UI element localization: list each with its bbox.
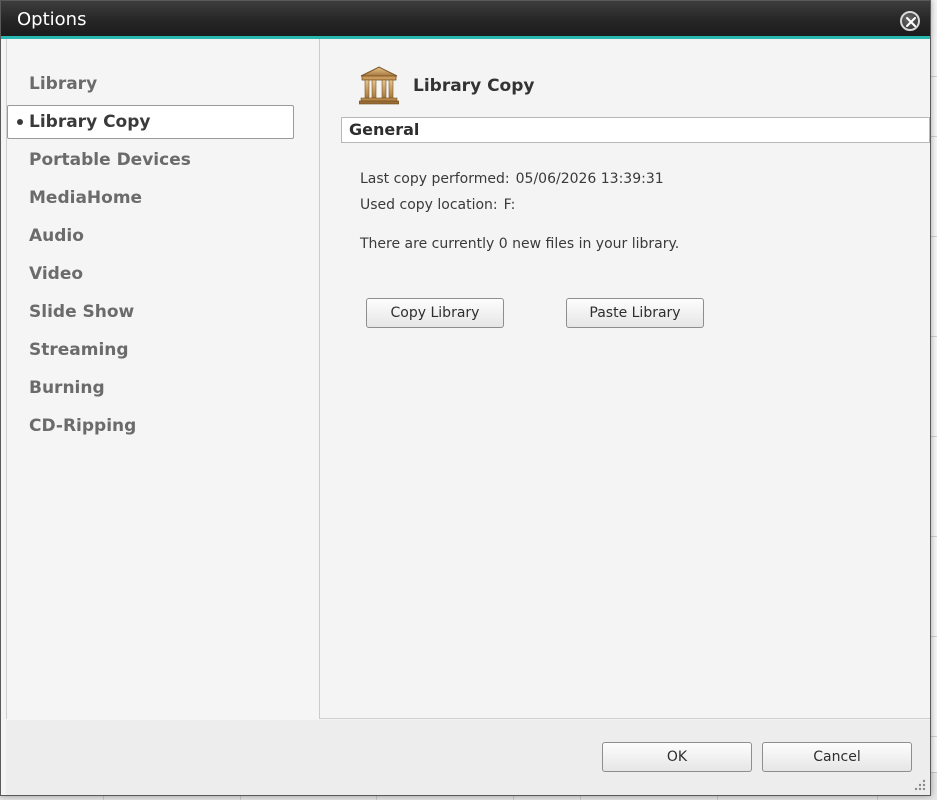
sidebar-item-mediahome[interactable]: MediaHome xyxy=(7,181,294,215)
sidebar-item-label: Streaming xyxy=(29,340,129,360)
close-icon xyxy=(906,17,916,27)
sidebar-item-slide-show[interactable]: Slide Show xyxy=(7,295,294,329)
copy-location-value: F: xyxy=(503,197,516,213)
last-copy-row: Last copy performed: 05/06/2026 13:39:31 xyxy=(360,171,664,187)
sidebar-item-label: MediaHome xyxy=(29,188,143,208)
pane-title: Library Copy xyxy=(413,76,535,96)
sidebar-item-label: CD-Ripping xyxy=(29,416,137,436)
sidebar-item-label: Audio xyxy=(29,226,84,246)
sidebar-item-streaming[interactable]: Streaming xyxy=(7,333,294,367)
sidebar-item-cd-ripping[interactable]: CD-Ripping xyxy=(7,409,294,443)
ok-button[interactable]: OK xyxy=(602,742,752,772)
sidebar-item-label: Slide Show xyxy=(29,302,135,322)
sidebar-item-burning[interactable]: Burning xyxy=(7,371,294,405)
sidebar-item-library[interactable]: Library xyxy=(7,67,294,101)
selected-bullet-icon xyxy=(17,119,23,125)
sidebar-item-video[interactable]: Video xyxy=(7,257,294,291)
sidebar-item-label: Burning xyxy=(29,378,105,398)
settings-pane: Library Copy General Last copy performed… xyxy=(321,39,930,719)
sidebar-item-label: Library xyxy=(29,74,98,94)
dialog-content: Library Library Copy Portable Devices Me… xyxy=(6,39,930,719)
copy-library-button[interactable]: Copy Library xyxy=(366,298,504,328)
options-sidebar: Library Library Copy Portable Devices Me… xyxy=(7,39,320,719)
resize-grip-icon[interactable] xyxy=(914,779,926,791)
sidebar-item-library-copy[interactable]: Library Copy xyxy=(7,105,294,139)
dialog-footer: OK Cancel xyxy=(6,720,930,795)
sidebar-item-portable-devices[interactable]: Portable Devices xyxy=(7,143,294,177)
cancel-button[interactable]: Cancel xyxy=(762,742,912,772)
title-bar[interactable]: Options xyxy=(1,1,930,36)
last-copy-label: Last copy performed: xyxy=(360,171,510,187)
copy-location-row: Used copy location: F: xyxy=(360,197,515,213)
sidebar-item-label: Library Copy xyxy=(29,112,151,132)
sidebar-item-label: Portable Devices xyxy=(29,150,191,170)
options-dialog: Options Library Library Copy Portable De… xyxy=(0,0,931,796)
sidebar-item-label: Video xyxy=(29,264,84,284)
last-copy-value: 05/06/2026 13:39:31 xyxy=(515,171,664,187)
paste-library-button[interactable]: Paste Library xyxy=(566,298,704,328)
section-header-general: General xyxy=(341,117,930,143)
sidebar-item-audio[interactable]: Audio xyxy=(7,219,294,253)
copy-location-label: Used copy location: xyxy=(360,197,498,213)
library-building-icon xyxy=(359,66,399,105)
close-button[interactable] xyxy=(900,11,920,31)
window-title: Options xyxy=(17,9,87,30)
new-files-status: There are currently 0 new files in your … xyxy=(360,236,680,252)
